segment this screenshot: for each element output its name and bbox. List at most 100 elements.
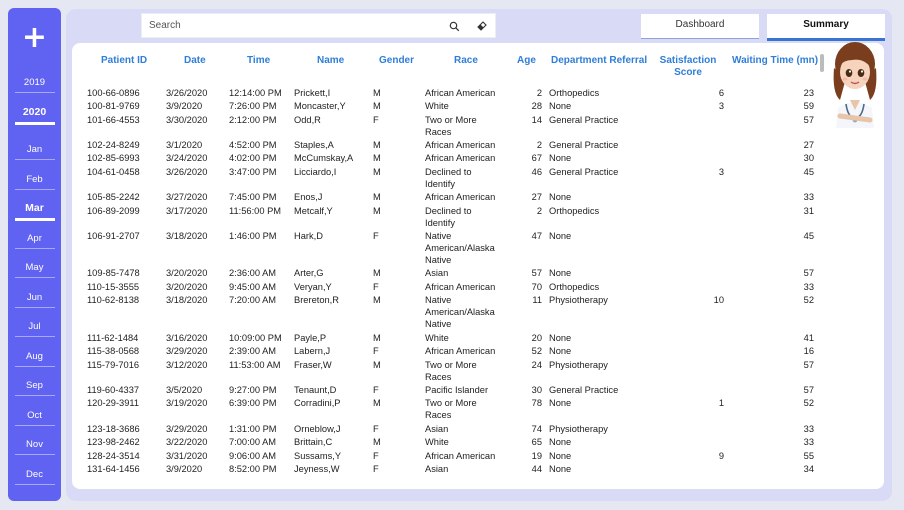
cell-name: Odd,R [294,115,321,125]
cell-department: None [549,153,572,163]
cell-race: White [425,437,449,447]
cell-patient-id: 123-18-3686 [87,424,140,434]
cell-age: 2 [536,88,542,98]
cell-department: None [549,346,572,356]
sidebar-divider [14,484,55,485]
cell-date: 3/17/2020 [166,206,208,216]
cell-patient-id: 102-85-6993 [87,153,140,163]
cell-race: Declined to [425,206,472,216]
cell-time: 2:39:00 AM [229,346,277,356]
cell-age: 65 [531,437,542,447]
cell-race: African American [425,282,496,292]
cell-name: Payle,P [294,333,327,343]
cell-waiting-time: 34 [803,464,814,474]
cell-department: General Practice [549,140,619,150]
cell-gender: M [373,437,381,447]
cell-age: 74 [531,424,542,434]
cell-race: White [425,333,449,343]
cell-race: Native [425,319,452,329]
cell-age: 67 [531,153,542,163]
cell-department: Physiotherapy [549,360,608,370]
cell-gender: F [373,385,379,395]
cell-date: 3/31/2020 [166,451,208,461]
cell-waiting-time: 33 [803,424,814,434]
cell-gender: M [373,206,381,216]
cell-department: Orthopedics [549,282,600,292]
cell-department: None [549,192,572,202]
cell-department: None [549,101,572,111]
cell-race: Pacific Islander [425,385,489,395]
cell-date: 3/18/2020 [166,295,208,305]
cell-time: 4:02:00 PM [229,153,277,163]
cell-waiting-time: 33 [803,282,814,292]
cell-waiting-time: 23 [803,88,814,98]
cell-race: Asian [425,464,449,474]
cell-patient-id: 101-66-4553 [87,115,140,125]
cell-race: American/Alaska [425,307,495,317]
cell-date: 3/29/2020 [166,424,208,434]
cell-patient-id: 109-85-7478 [87,268,140,278]
cell-gender: M [373,295,381,305]
cell-time: 9:06:00 AM [229,451,277,461]
cell-name: Brereton,R [294,295,339,305]
cell-patient-id: 128-24-3514 [87,451,140,461]
cell-race: Native [425,295,452,305]
cell-waiting-time: 16 [803,346,814,356]
cell-gender: M [373,398,381,408]
cell-department: Orthopedics [549,88,600,98]
cell-patient-id: 110-62-8138 [87,295,140,305]
cell-age: 2 [536,140,542,150]
cell-name: Staples,A [294,140,334,150]
cell-department: Orthopedics [549,206,600,216]
cell-date: 3/24/2020 [166,153,208,163]
cell-satisfaction: 1 [718,398,724,408]
cell-satisfaction: 3 [718,101,724,111]
cell-race: Declined to [425,167,472,177]
cell-department: None [549,231,572,241]
cell-waiting-time: 33 [803,192,814,202]
cell-age: 70 [531,282,542,292]
cell-date: 3/26/2020 [166,167,208,177]
cell-name: Corradini,P [294,398,341,408]
cell-gender: F [373,424,379,434]
cell-waiting-time: 57 [803,268,814,278]
cell-gender: F [373,231,379,241]
cell-time: 1:46:00 PM [229,231,277,241]
cell-department: General Practice [549,385,619,395]
cell-gender: F [373,464,379,474]
cell-waiting-time: 27 [803,140,814,150]
cell-time: 11:53:00 AM [229,360,281,370]
cell-name: Licciardo,I [294,167,337,177]
cell-patient-id: 120-29-3911 [87,398,140,408]
cell-race: Two or More [425,360,477,370]
cell-name: McCumskay,A [294,153,354,163]
cell-race: Races [425,372,452,382]
cell-age: 27 [531,192,542,202]
cell-department: None [549,398,572,408]
cell-satisfaction: 3 [718,167,724,177]
cell-date: 3/30/2020 [166,115,208,125]
cell-date: 3/20/2020 [166,282,208,292]
cell-race: African American [425,346,496,356]
cell-patient-id: 106-91-2707 [87,231,140,241]
cell-date: 3/26/2020 [166,88,208,98]
cell-department: None [549,464,572,474]
cell-date: 3/16/2020 [166,333,208,343]
cell-patient-id: 104-61-0458 [87,167,140,177]
cell-race: Races [425,127,452,137]
cell-name: Fraser,W [294,360,332,370]
cell-satisfaction: 6 [718,88,724,98]
cell-gender: F [373,451,379,461]
cell-waiting-time: 59 [803,101,814,111]
cell-satisfaction: 9 [718,451,724,461]
cell-age: 20 [531,333,542,343]
cell-race: African American [425,192,496,202]
cell-race: African American [425,88,496,98]
cell-gender: M [373,101,381,111]
cell-time: 8:52:00 PM [229,464,277,474]
cell-waiting-time: 33 [803,437,814,447]
cell-date: 3/19/2020 [166,398,208,408]
cell-race: Native [425,255,452,265]
cell-department: None [549,333,572,343]
cell-date: 3/12/2020 [166,360,208,370]
